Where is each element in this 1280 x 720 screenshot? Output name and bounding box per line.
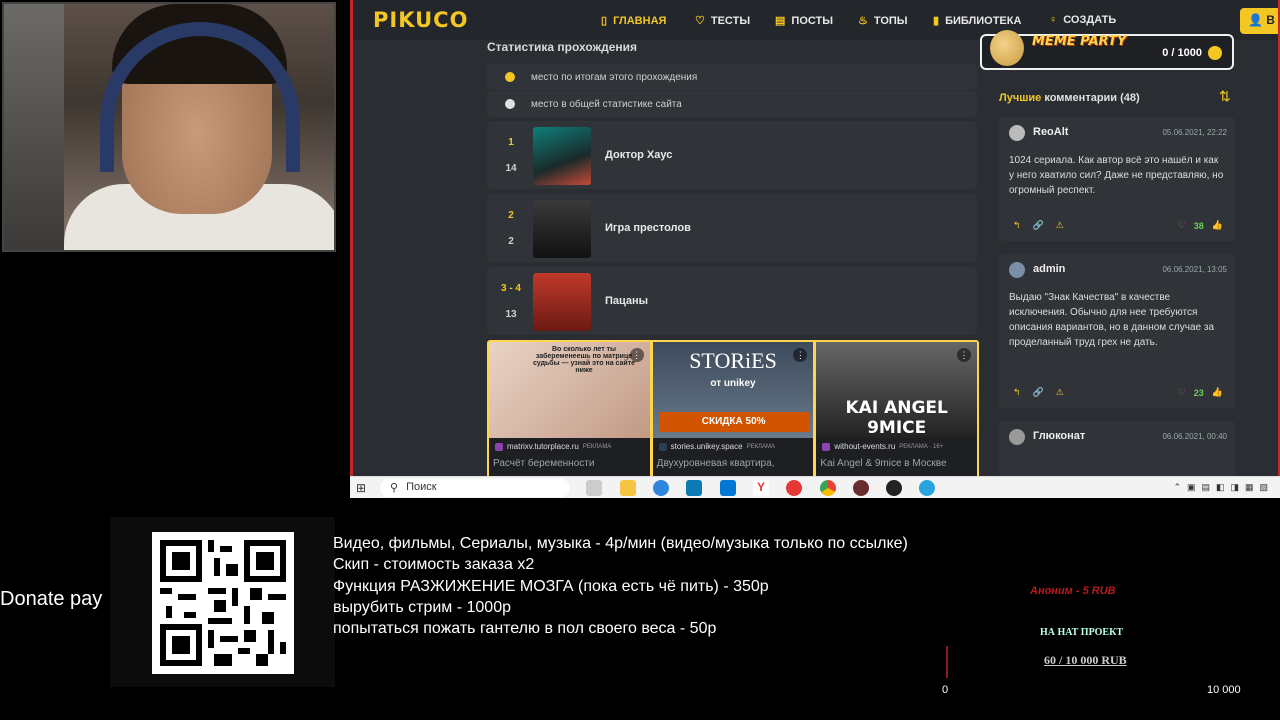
doge-icon (990, 30, 1024, 66)
rank-row[interactable]: 1 14 Доктор Хаус (487, 121, 977, 189)
rank-row[interactable]: 2 2 Игра престолов (487, 194, 977, 262)
flame-icon: ♨ (858, 15, 868, 27)
donation-price-list: Видео, фильмы, Сериалы, музыка - 4р/мин … (333, 535, 908, 638)
edge-icon[interactable] (653, 480, 669, 496)
ad-strip: Во сколько лет ты забеременеешь по матри… (487, 340, 979, 480)
login-button[interactable]: 👤 В (1240, 8, 1278, 34)
coin-icon (1208, 46, 1222, 60)
outlook-icon[interactable] (720, 480, 736, 496)
bookmark-icon: ▯ (601, 15, 608, 27)
link-icon[interactable]: 🔗 (1033, 220, 1044, 231)
favicon-icon (495, 442, 503, 451)
chrome-icon[interactable] (820, 480, 836, 496)
poster-image (533, 127, 591, 185)
like-icon[interactable]: 👍 (1212, 220, 1223, 231)
site-logo[interactable]: PIKUCO (373, 8, 468, 32)
dislike-icon[interactable]: ♡ (1178, 220, 1186, 231)
nav-home[interactable]: ▯ ГЛАВНАЯ (601, 14, 666, 28)
link-icon[interactable]: 🔗 (1033, 387, 1044, 398)
donation-goal: 60 / 10 000 RUB (1044, 653, 1127, 667)
obs-icon[interactable] (886, 480, 902, 496)
rank-row[interactable]: 3 - 4 13 Пацаны (487, 267, 977, 335)
ad-card[interactable]: Во сколько лет ты забеременеешь по матри… (489, 342, 650, 478)
stream-frame: PIKUCO ▯ ГЛАВНАЯ ♡ ТЕСТЫ ▤ ПОСТЫ ♨ ТОПЫ ▮ БИБ… (0, 0, 1280, 720)
telegram-icon[interactable] (919, 480, 935, 496)
goal-max: 10 000 (1207, 684, 1241, 696)
poster-image (533, 200, 591, 258)
yandex-icon[interactable] (786, 480, 802, 496)
taskbar-search[interactable]: ⚲ Поиск (380, 479, 570, 497)
stats-title: Статистика прохождения (487, 40, 637, 54)
reply-icon[interactable]: ↰ (1013, 220, 1021, 231)
webcam-feed (2, 2, 336, 252)
goal-subtitle: НА НАТ ПРОЕКТ (1040, 627, 1123, 638)
avatar[interactable] (1009, 262, 1025, 278)
browser-window: PIKUCO ▯ ГЛАВНАЯ ♡ ТЕСТЫ ▤ ПОСТЫ ♨ ТОПЫ ▮ БИБ… (350, 0, 1280, 496)
nav-tops[interactable]: ♨ ТОПЫ (858, 14, 908, 28)
more-icon[interactable]: ⋮ (629, 348, 644, 362)
favicon-icon (822, 442, 831, 451)
bulb-icon: ♀ (1049, 14, 1058, 26)
comments-heading: Лучшие комментарии (48) (999, 92, 1140, 104)
system-tray[interactable]: ⌃▣▤◧◨▦▧ (1173, 482, 1274, 493)
white-dot-icon (505, 99, 515, 109)
more-icon[interactable]: ⋮ (957, 348, 972, 362)
sort-icon[interactable]: ⇅ (1219, 88, 1231, 105)
windows-taskbar: ⊞ ⚲ Поиск Y ⌃▣▤◧◨▦▧ (350, 476, 1280, 498)
poster-image (533, 273, 591, 331)
app-icon[interactable] (853, 480, 869, 496)
like-icon[interactable]: 👍 (1212, 387, 1223, 398)
task-view-icon[interactable] (586, 480, 602, 496)
search-icon: ⚲ (390, 482, 399, 494)
comment-card: ReoAlt 05.06.2021, 22:22 1024 сериала. К… (999, 117, 1235, 241)
warning-icon[interactable]: ⚠ (1056, 387, 1064, 398)
comment-card: admin 06.06.2021, 13:05 Выдаю "Знак Каче… (999, 254, 1235, 408)
favicon-icon (658, 442, 667, 451)
qr-code-icon (152, 532, 294, 674)
goal-min: 0 (942, 684, 949, 696)
nav-posts[interactable]: ▤ ПОСТЫ (775, 14, 833, 28)
reply-icon[interactable]: ↰ (1013, 387, 1021, 398)
meme-party-banner[interactable]: MEME PARTY 0 / 1000 (980, 30, 1234, 70)
donate-pay-label: Donate pay (0, 588, 103, 610)
book-icon: ▮ (933, 15, 940, 27)
store-icon[interactable] (686, 480, 702, 496)
yandex-browser-icon[interactable]: Y (753, 480, 769, 496)
nav-create[interactable]: ♀ СОЗДАТЬ (1049, 14, 1116, 26)
avatar[interactable] (1009, 125, 1025, 141)
ad-card[interactable]: KAI ANGEL 9MICE ⋮ without-events.ru РЕКЛА… (816, 342, 978, 478)
ad-card[interactable]: STORiES от unikey СКИДКА 50% ⋮ stories.u… (652, 342, 814, 478)
avatar[interactable] (1009, 429, 1025, 445)
yellow-dot-icon (505, 72, 515, 82)
document-icon: ▤ (775, 15, 786, 27)
windows-start-icon[interactable]: ⊞ (356, 481, 366, 495)
goal-progress-bar (946, 646, 948, 678)
warning-icon[interactable]: ⚠ (1056, 220, 1064, 231)
dislike-icon[interactable]: ♡ (1178, 387, 1186, 398)
legend-run: место по итогам этого прохождения (487, 64, 977, 90)
nav-library[interactable]: ▮ БИБЛИОТЕКА (933, 14, 1021, 28)
legend-site: место в общей статистике сайта (487, 91, 977, 117)
explorer-icon[interactable] (620, 480, 636, 496)
comment-card: Глюконат 06.06.2021, 00:40 (999, 421, 1235, 481)
shield-icon: ♡ (695, 15, 705, 27)
last-donation: Аноним - 5 RUB (1030, 585, 1116, 597)
nav-tests[interactable]: ♡ ТЕСТЫ (695, 14, 750, 28)
